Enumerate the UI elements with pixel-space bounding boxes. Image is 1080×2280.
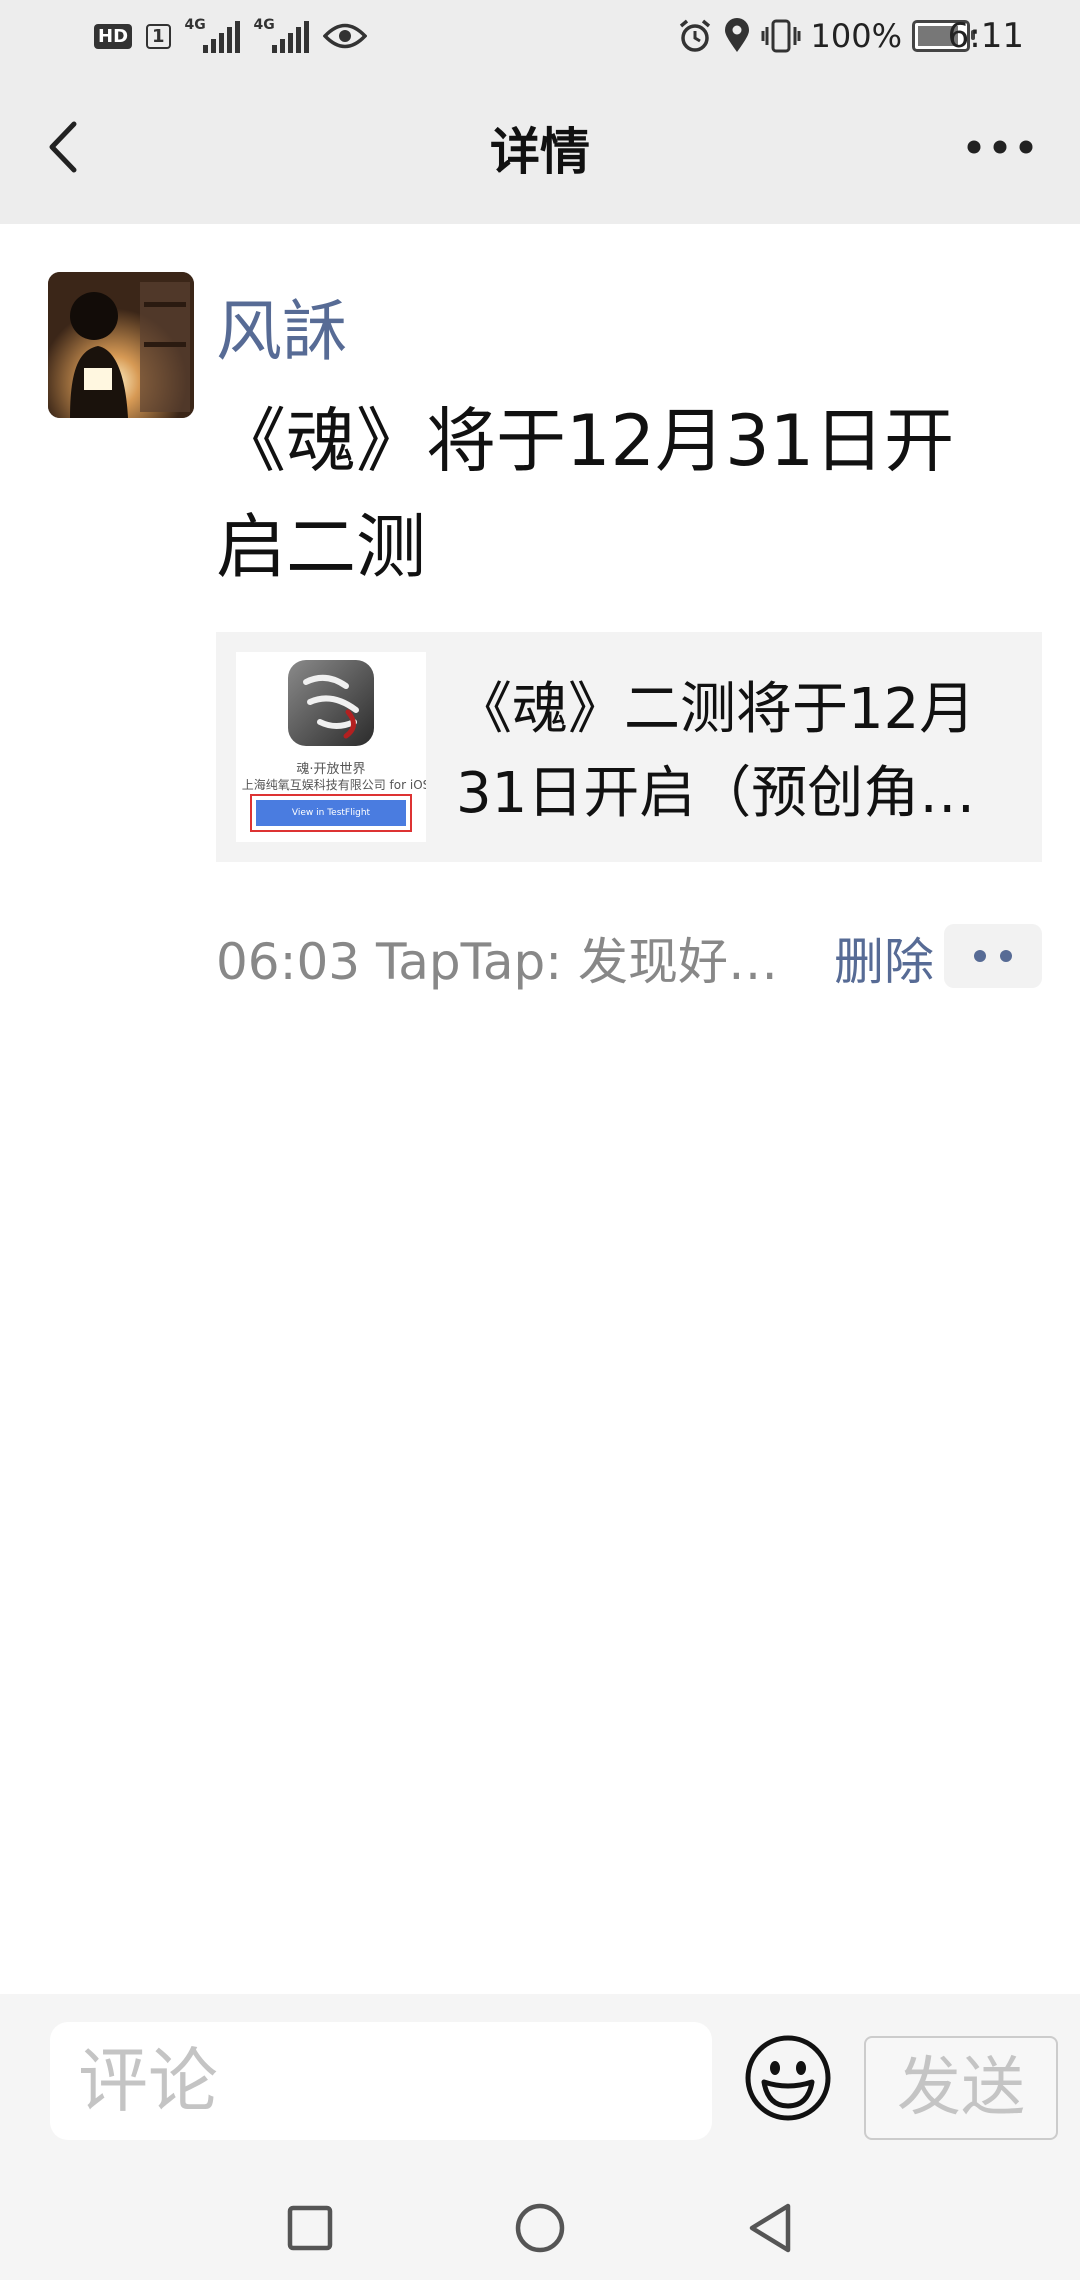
status-right: 100% bbox=[677, 14, 975, 58]
triangle-back-icon[interactable] bbox=[728, 2194, 808, 2258]
comment-input[interactable] bbox=[50, 2022, 712, 2140]
location-icon bbox=[724, 18, 749, 52]
signal-1-icon: 4G bbox=[184, 17, 240, 53]
thumb-button-frame: View in TestFlight bbox=[250, 794, 412, 832]
avatar[interactable] bbox=[48, 272, 194, 418]
signal-1-label: 4G bbox=[184, 17, 206, 33]
sim-badge: 1 bbox=[146, 23, 171, 49]
avatar-image bbox=[48, 272, 194, 418]
vibrate-icon bbox=[761, 19, 801, 53]
post-text: 《魂》将于12月31日开启二测 bbox=[216, 400, 955, 588]
comment-bar: 发送 bbox=[0, 1994, 1080, 2280]
shared-link-card[interactable]: 魂·开放世界 上海纯氧互娱科技有限公司 for iOS View in Test… bbox=[216, 632, 1042, 862]
more-dots-icon[interactable] bbox=[960, 122, 1040, 172]
system-nav-bar bbox=[0, 2174, 1080, 2274]
hd-badge: HD bbox=[94, 23, 133, 49]
thumb-caption-title: 魂·开放世界 bbox=[296, 762, 366, 777]
link-thumbnail: 魂·开放世界 上海纯氧互娱科技有限公司 for iOS View in Test… bbox=[236, 652, 426, 842]
post-meta[interactable]: 06:03 TapTap: 发现好… bbox=[216, 922, 778, 994]
thumb-caption-company: 上海纯氧互娱科技有限公司 for iOS bbox=[241, 778, 426, 792]
comment-action-button[interactable] bbox=[944, 924, 1042, 988]
game-app-icon bbox=[288, 660, 374, 746]
status-left: HD 1 4G 4G bbox=[94, 14, 367, 58]
status-bar: HD 1 4G 4G 100% 6:11 bbox=[0, 0, 1080, 72]
top-area: HD 1 4G 4G 100% 6:11 详情 bbox=[0, 0, 1080, 224]
send-button[interactable]: 发送 bbox=[864, 2036, 1058, 2140]
author-name[interactable]: 风訸 bbox=[216, 278, 348, 374]
battery-percent: 100% bbox=[810, 17, 902, 55]
signal-2-icon: 4G bbox=[253, 17, 309, 53]
testflight-button: View in TestFlight bbox=[256, 800, 406, 826]
eye-icon bbox=[322, 23, 367, 49]
square-recent-icon[interactable] bbox=[268, 2194, 348, 2258]
delete-button[interactable]: 删除 bbox=[834, 922, 934, 994]
signal-2-label: 4G bbox=[253, 17, 275, 33]
circle-home-icon[interactable] bbox=[500, 2194, 580, 2258]
emoji-icon[interactable] bbox=[744, 2034, 832, 2122]
page-title: 详情 bbox=[490, 123, 590, 181]
clock: 6:11 bbox=[947, 16, 1024, 56]
link-title: 《魂》二测将于12月31日开启（预创角… bbox=[456, 677, 976, 826]
nav-header: 详情 bbox=[0, 72, 1080, 224]
alarm-icon bbox=[679, 19, 710, 52]
